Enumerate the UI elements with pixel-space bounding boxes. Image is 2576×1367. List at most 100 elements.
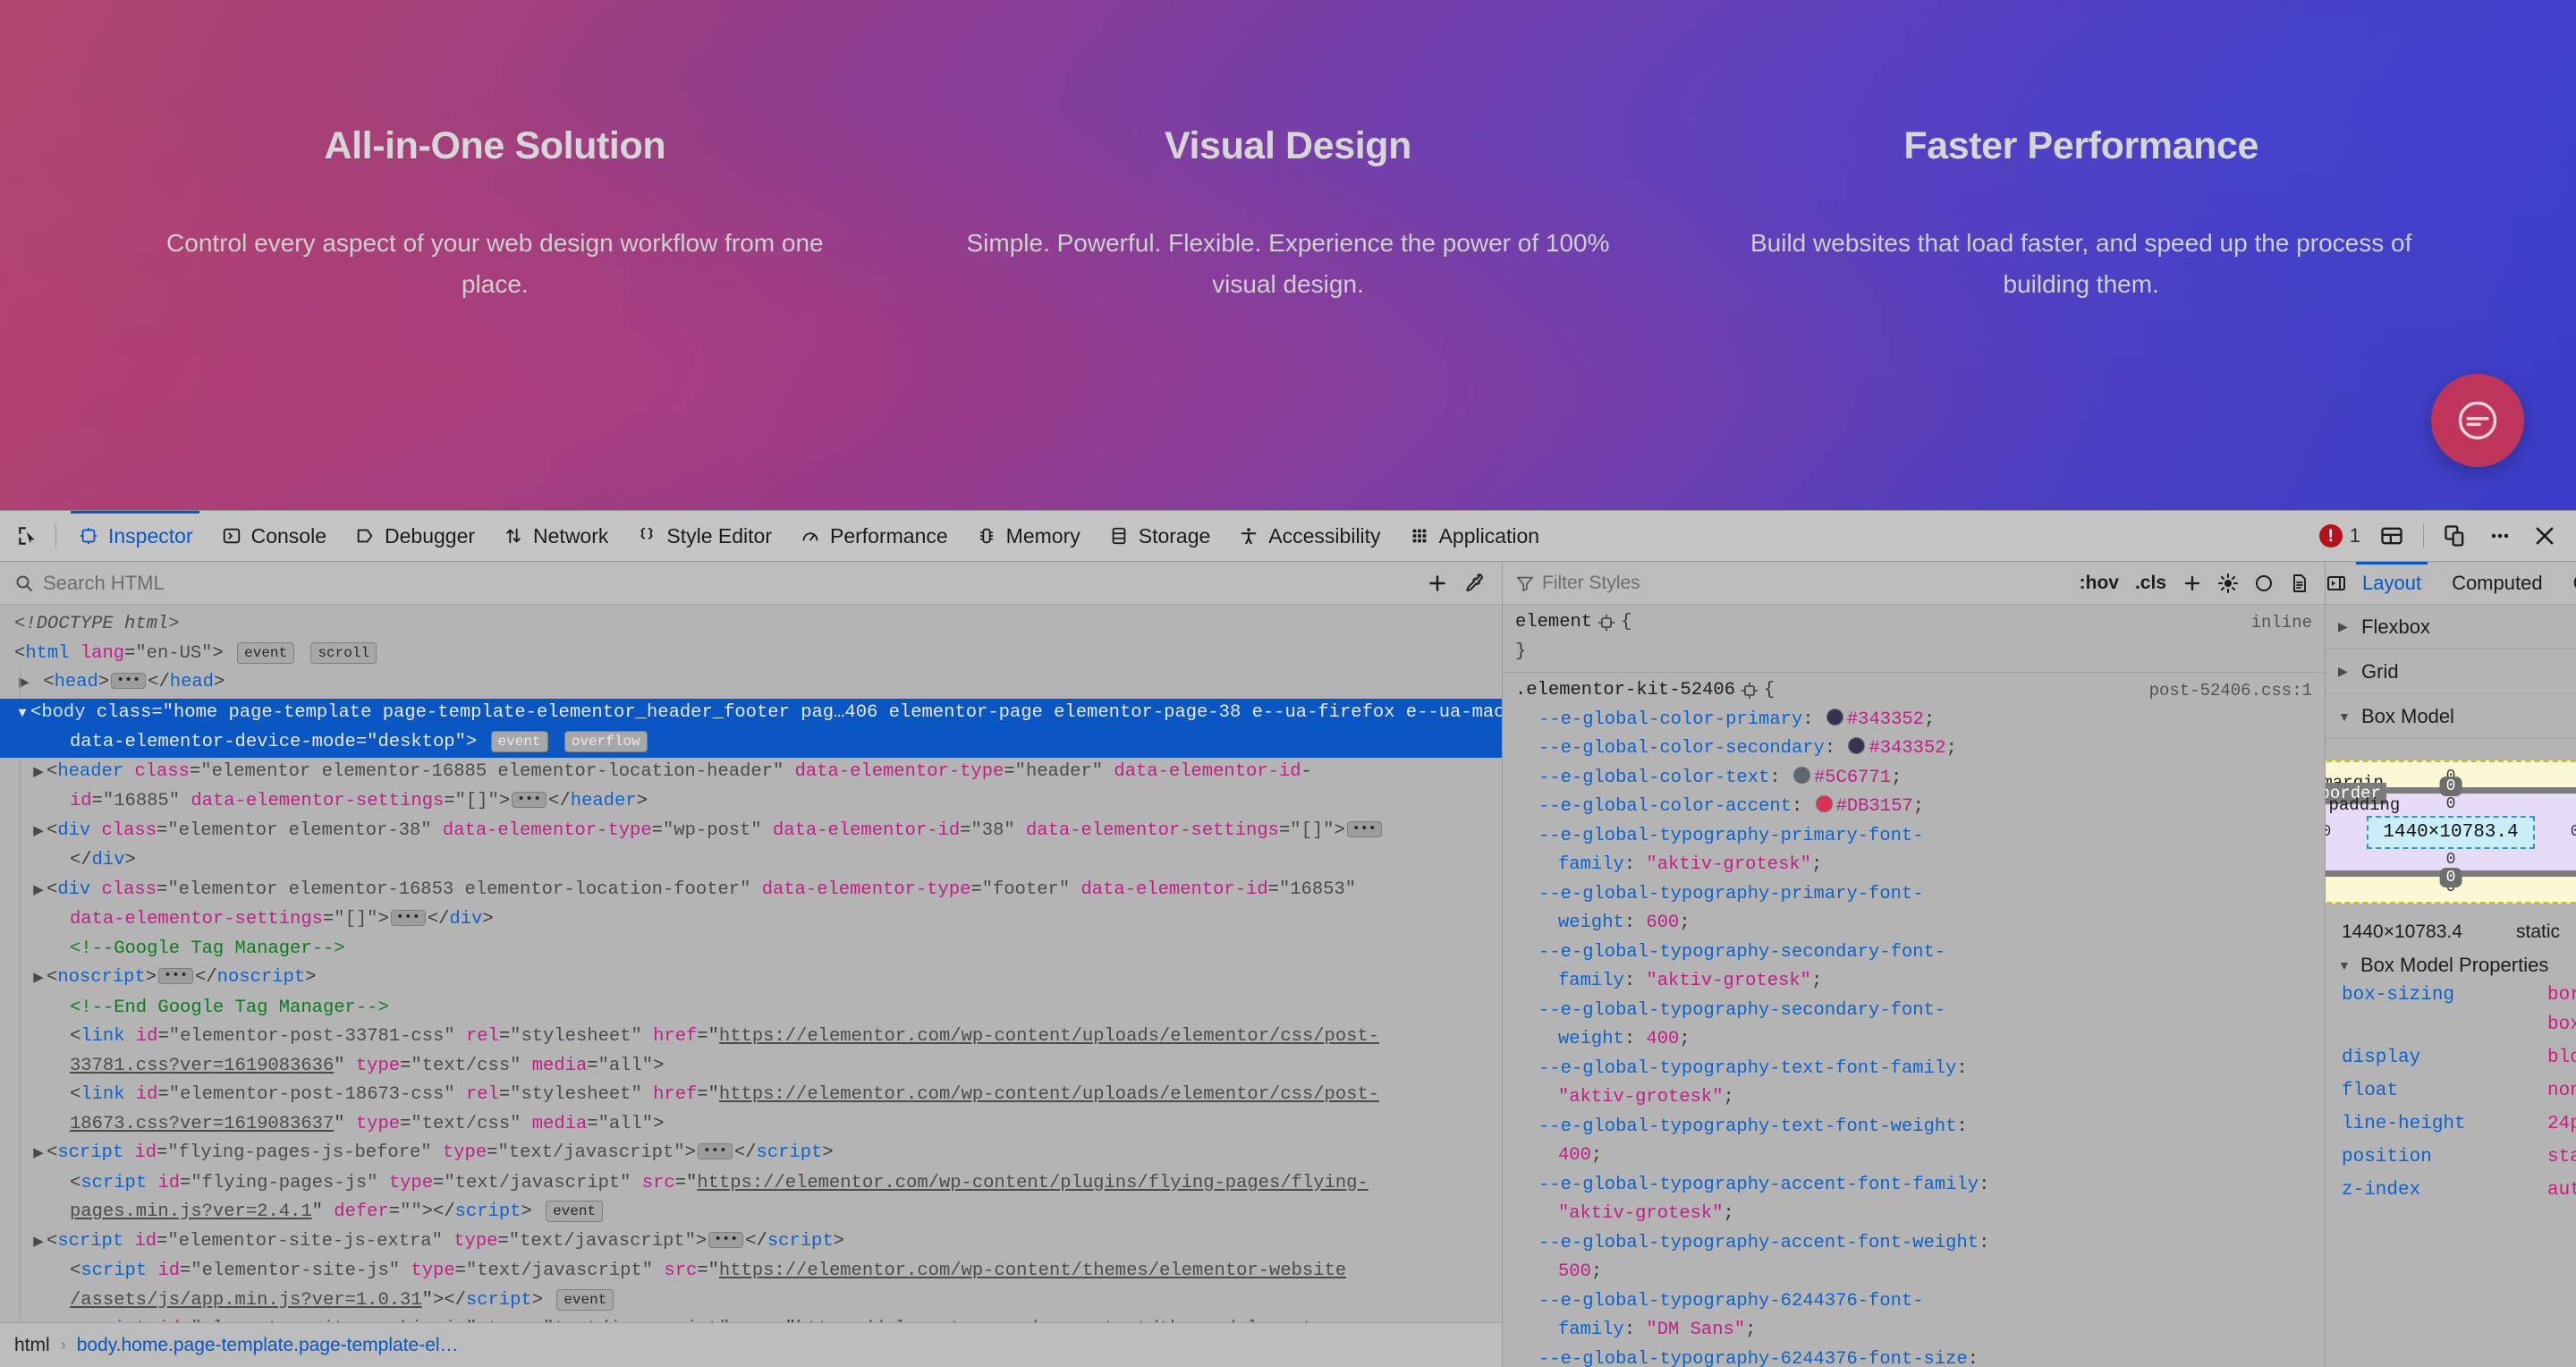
css-declaration[interactable]: --e-global-typography-secondary-font- fa… [1515, 938, 2312, 997]
markup-tree[interactable]: <!DOCTYPE html> <html lang="en-US"> even… [0, 605, 1502, 1322]
error-count-badge[interactable]: ! 1 [2312, 524, 2368, 548]
rules-list[interactable]: element { inline } .elementor-kit-52406 [1503, 605, 2325, 1367]
box-model-property-row[interactable]: z-index auto [2326, 1174, 2576, 1207]
section-box-model[interactable]: ▼ Box Model [2326, 694, 2576, 739]
tree-node-script-flying[interactable]: <script id="flying-pages-js" type="text/… [0, 1168, 1502, 1227]
css-rule-elementor-kit[interactable]: .elementor-kit-52406 { post-52406.css:1 … [1503, 673, 2325, 1367]
color-swatch[interactable] [1815, 795, 1833, 812]
css-declaration[interactable]: --e-global-typography-text-font-family: … [1515, 1055, 2312, 1113]
tree-node-body-selected[interactable]: ▼ <body class="home page-template page-te… [0, 698, 1502, 758]
collapse-twisty-body[interactable]: ▼ [14, 700, 30, 729]
rule-selector[interactable]: element [1515, 608, 1592, 638]
responsive-design-mode-button[interactable] [2435, 517, 2476, 555]
css-value[interactable]: #DB3157 [1836, 796, 1913, 817]
event-badge[interactable]: event [556, 1288, 614, 1311]
css-value[interactable]: #343352 [1847, 709, 1924, 730]
event-badge[interactable]: event [237, 641, 295, 664]
link2-href-cont[interactable]: 18673.css?ver=1619083637 [70, 1114, 334, 1134]
tab-computed[interactable]: Computed [2436, 562, 2558, 604]
expand-twisty-script1[interactable]: ▶ [30, 1140, 47, 1169]
light-color-scheme-button[interactable] [2210, 566, 2246, 600]
css-declaration[interactable]: --e-global-color-text: #5C6771; [1515, 764, 2312, 794]
expand-pane-button[interactable] [2326, 573, 2347, 594]
css-declaration[interactable]: --e-global-color-primary: #343352; [1515, 706, 2312, 735]
property-value[interactable]: block [2547, 1043, 2576, 1073]
tab-style-editor[interactable]: Style Editor [622, 511, 785, 561]
css-property[interactable]: --e-global-color-text [1538, 768, 1769, 788]
link1-href-value[interactable]: https://elementor.com/wp-content/uploads… [719, 1026, 1379, 1047]
css-declaration[interactable]: --e-global-color-secondary: #343352; [1515, 734, 2312, 764]
tree-node-div-38[interactable]: ▶ <div class="elementor elementor-38" dat… [0, 816, 1502, 876]
collapsed-children-icon[interactable]: ••• [708, 1231, 744, 1248]
rule-selector[interactable]: .elementor-kit-52406 [1515, 676, 1735, 706]
collapsed-children-icon[interactable]: ••• [158, 968, 194, 984]
padding-top-value[interactable]: 0 [2446, 795, 2456, 813]
scroll-badge[interactable]: scroll [310, 641, 377, 664]
box-model-property-row[interactable]: box-sizing border-box [2326, 979, 2576, 1041]
property-value[interactable]: auto [2547, 1176, 2576, 1205]
split-console-button[interactable] [2371, 517, 2412, 555]
section-flexbox[interactable]: ▶ Flexbox [2326, 605, 2576, 650]
css-declaration[interactable]: --e-global-typography-6244376-font-size:… [1515, 1346, 2312, 1367]
expand-twisty-div38[interactable]: ▶ [30, 818, 47, 847]
tree-node-html[interactable]: <html lang="en-US"> event scroll [0, 640, 1502, 669]
expand-twisty-footer[interactable]: ▶ [30, 877, 47, 906]
search-html-input[interactable] [38, 571, 1419, 595]
rule-source[interactable]: post-52406.css:1 [2149, 676, 2312, 706]
tab-accessibility[interactable]: Accessibility [1224, 511, 1394, 561]
property-value[interactable]: static [2547, 1142, 2576, 1172]
css-declaration[interactable]: --e-global-typography-text-font-weight: … [1515, 1113, 2312, 1171]
print-preview-button[interactable] [2282, 566, 2318, 600]
tree-node-noscript[interactable]: ▶ <noscript> ••• </noscript> [0, 964, 1502, 994]
eyedropper-button[interactable] [1455, 567, 1491, 599]
collapsed-children-icon[interactable]: ••• [512, 792, 547, 808]
css-value[interactable]: #5C6771 [1814, 768, 1891, 788]
box-model-property-row[interactable]: position static [2326, 1141, 2576, 1174]
breadcrumb-item-html[interactable]: html [14, 1335, 50, 1356]
tab-performance[interactable]: Performance [785, 511, 962, 561]
color-swatch[interactable] [1848, 737, 1866, 754]
section-grid[interactable]: ▶ Grid [2326, 650, 2576, 694]
css-value[interactable]: #343352 [1868, 738, 1945, 759]
collapsed-children-icon[interactable]: ••• [111, 673, 147, 689]
add-new-rule-button[interactable] [2174, 566, 2210, 600]
script5-src-value[interactable]: https://elementor.com/wp-content/themes/… [796, 1319, 1346, 1322]
expand-twisty-script3[interactable]: ▶ [30, 1228, 47, 1258]
class-toggle-button[interactable]: .cls [2127, 573, 2174, 594]
event-badge[interactable]: event [490, 731, 548, 752]
tab-application[interactable]: Application [1394, 511, 1554, 561]
link1-href-cont[interactable]: 33781.css?ver=1619083636 [70, 1056, 334, 1076]
css-declaration[interactable]: --e-global-color-accent: #DB3157; [1515, 793, 2312, 822]
css-property[interactable]: --e-global-color-secondary [1538, 738, 1825, 759]
tab-memory[interactable]: Memory [962, 511, 1094, 561]
script2-src-cont[interactable]: pages.min.js?ver=2.4.1 [70, 1201, 312, 1222]
css-property[interactable]: --e-global-color-primary [1538, 709, 1802, 730]
element-picker-button[interactable] [7, 518, 48, 554]
inspect-element-icon[interactable] [1597, 614, 1615, 632]
box-model-property-row[interactable]: float none [2326, 1074, 2576, 1108]
chat-support-button[interactable] [2431, 374, 2524, 467]
collapsed-children-icon[interactable]: ••• [390, 910, 426, 926]
tree-node-link-33781[interactable]: <link id="elementor-post-33781-css" rel=… [0, 1023, 1502, 1081]
tree-node-link-18673[interactable]: <link id="elementor-post-18673-css" rel=… [0, 1081, 1502, 1139]
overflow-badge[interactable]: overflow [564, 731, 648, 752]
tab-storage[interactable]: Storage [1094, 511, 1224, 561]
tab-network[interactable]: Network [488, 511, 622, 561]
padding-left-value[interactable]: 0 [2326, 823, 2331, 841]
expand-twisty-header[interactable]: ▶ [30, 759, 47, 788]
section-box-model-properties[interactable]: ▼ Box Model Properties [2326, 948, 2576, 979]
script2-src-value[interactable]: https://elementor.com/wp-content/plugins… [697, 1173, 1368, 1193]
color-swatch[interactable] [1792, 766, 1810, 784]
css-declaration[interactable]: --e-global-typography-6244376-font- fami… [1515, 1287, 2312, 1346]
close-devtools-button[interactable] [2524, 517, 2565, 555]
breadcrumb-item-body[interactable]: body.home.page-template.page-template-el… [77, 1335, 459, 1356]
inspect-element-icon[interactable] [1741, 682, 1758, 700]
tab-inspector[interactable]: Inspector [64, 511, 207, 561]
expand-twisty-noscript[interactable]: ▶ [30, 964, 47, 994]
css-declaration[interactable]: --e-global-typography-primary-font- weig… [1515, 880, 2312, 938]
tree-node-comment-gtm-end[interactable]: <!--End Google Tag Manager--> [0, 993, 1502, 1023]
css-property[interactable]: --e-global-color-accent [1538, 796, 1792, 817]
box-model-diagram[interactable]: margin 0 0 0 0 border 0 0 0 0 paddin [2326, 739, 2576, 913]
pseudo-class-button[interactable]: :hov [2072, 573, 2127, 594]
tree-node-doctype[interactable]: <!DOCTYPE html> [0, 610, 1502, 640]
